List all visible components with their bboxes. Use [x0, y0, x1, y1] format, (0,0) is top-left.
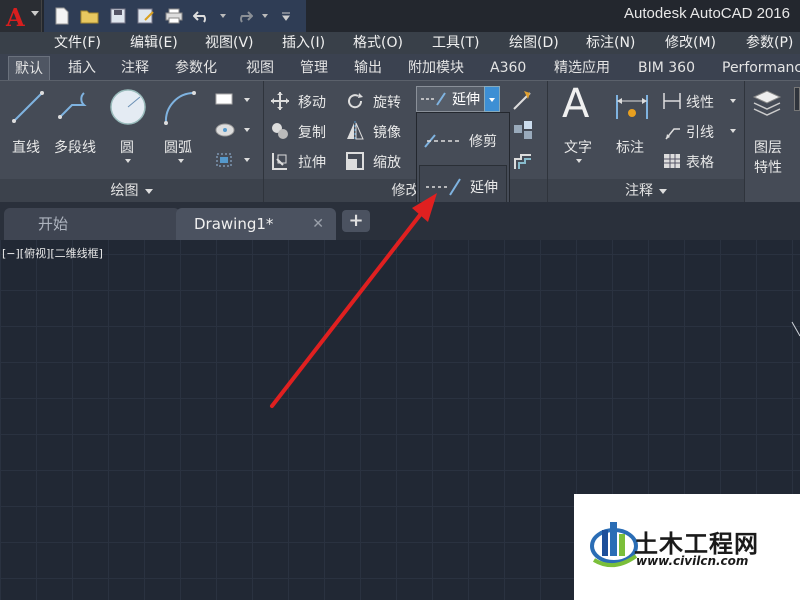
- watermark: 土木工程网 www.civilcn.com: [574, 494, 800, 600]
- watermark-url: www.civilcn.com: [636, 554, 749, 568]
- crosshair-fragment: [791, 321, 800, 337]
- civilcn-logo-icon: [590, 522, 638, 568]
- red-arrow: [270, 213, 422, 408]
